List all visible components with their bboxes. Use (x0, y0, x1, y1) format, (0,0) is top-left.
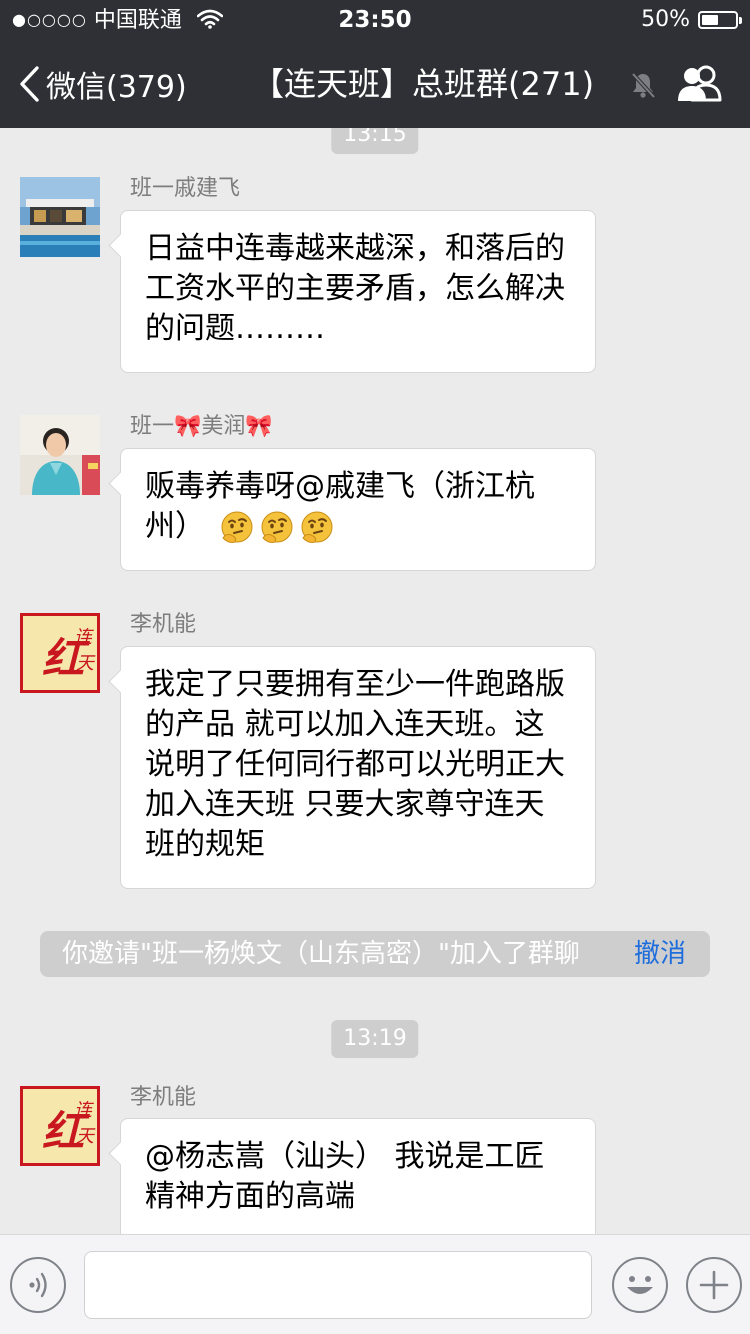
undo-invite-link[interactable]: 撤消 (634, 931, 686, 977)
message-bubble[interactable]: 日益中连毒越来越深，和落后的工资水平的主要矛盾，怎么解决的问题……… (120, 210, 596, 373)
mute-bell-icon (631, 72, 656, 99)
thinking-face-emoji-icon (299, 510, 335, 546)
logo-small-char-2: 天 (76, 1126, 96, 1147)
sender-name: 班一🎀美润🎀 (130, 414, 273, 439)
message-text: 日益中连毒越来越深，和落后的工资水平的主要矛盾，怎么解决的问题……… (145, 231, 565, 346)
sender-name: 李机能 (130, 1085, 197, 1110)
avatar[interactable] (20, 415, 100, 495)
message-bubble[interactable]: 贩毒养毒呀@戚建飞（浙江杭州） (120, 448, 596, 571)
logo-small-char-1: 连 (74, 627, 94, 648)
sender-name: 班一戚建飞 (130, 176, 241, 201)
back-label: 微信(379) (46, 70, 187, 105)
thinking-face-emoji-icon (259, 510, 295, 546)
battery-level-fill (702, 15, 718, 25)
message-input[interactable] (84, 1251, 592, 1319)
emoji-button[interactable] (612, 1257, 668, 1313)
more-button[interactable] (686, 1257, 742, 1313)
voice-input-button[interactable] (10, 1257, 66, 1313)
message-text: 贩毒养毒呀@戚建飞（浙江杭州） (145, 469, 535, 544)
avatar[interactable] (20, 177, 100, 257)
message-bubble[interactable]: @杨志嵩（汕头） 我说是工匠精神方面的高端 (120, 1118, 596, 1234)
battery-percent: 50% (641, 7, 690, 32)
battery-status: 50% (641, 6, 742, 34)
avatar-photo-person (20, 415, 100, 495)
avatar[interactable]: 红 连 天 (20, 613, 100, 693)
top-bar: ●○○○○ 中国联通 23:50 50% 微信(379) 【连天班】总班群(27… (0, 0, 750, 128)
chevron-left-icon (20, 66, 39, 102)
avatar-photo-building (20, 177, 100, 257)
battery-icon (698, 11, 742, 29)
chat-title: 【连天班】总班群(271) (252, 65, 595, 103)
emoji-group (219, 510, 335, 546)
message-list[interactable]: 13:15 班一戚建飞 日益中连毒越来越深，和落后的工资水平的主要矛盾，怎么解决… (0, 128, 750, 1234)
status-time: 23:50 (338, 7, 412, 33)
sender-name: 李机能 (130, 612, 197, 637)
logo-small-char-2: 天 (76, 653, 96, 674)
system-notice-text: 你邀请"班一杨焕文（山东高密）"加入了群聊 (62, 939, 580, 969)
avatar[interactable]: 红 连 天 (20, 1086, 100, 1166)
logo-small-char-1: 连 (74, 1100, 94, 1121)
timestamp-pill: 13:19 (331, 1020, 419, 1058)
plus-icon (699, 1270, 729, 1300)
avatar-logo-calligraphy: 红 连 天 (20, 613, 100, 693)
message-bubble[interactable]: 我定了只要拥有至少一件跑路版的产品 就可以加入连天班。这说明了任何同行都可以光明… (120, 646, 596, 889)
input-bar (0, 1234, 750, 1334)
smiley-icon (627, 1276, 653, 1294)
timestamp-pill: 13:15 (331, 128, 419, 154)
message-text: 我定了只要拥有至少一件跑路版的产品 就可以加入连天班。这说明了任何同行都可以光明… (145, 667, 565, 862)
back-button[interactable]: 微信(379) (18, 62, 187, 106)
avatar-logo-calligraphy: 红 连 天 (20, 1086, 100, 1166)
voice-icon (29, 1272, 47, 1298)
system-notice: 你邀请"班一杨焕文（山东高密）"加入了群聊 撤消 (40, 931, 710, 977)
message-text: @杨志嵩（汕头） 我说是工匠精神方面的高端 (145, 1139, 545, 1214)
group-members-icon[interactable] (676, 64, 724, 104)
thinking-face-emoji-icon (219, 510, 255, 546)
